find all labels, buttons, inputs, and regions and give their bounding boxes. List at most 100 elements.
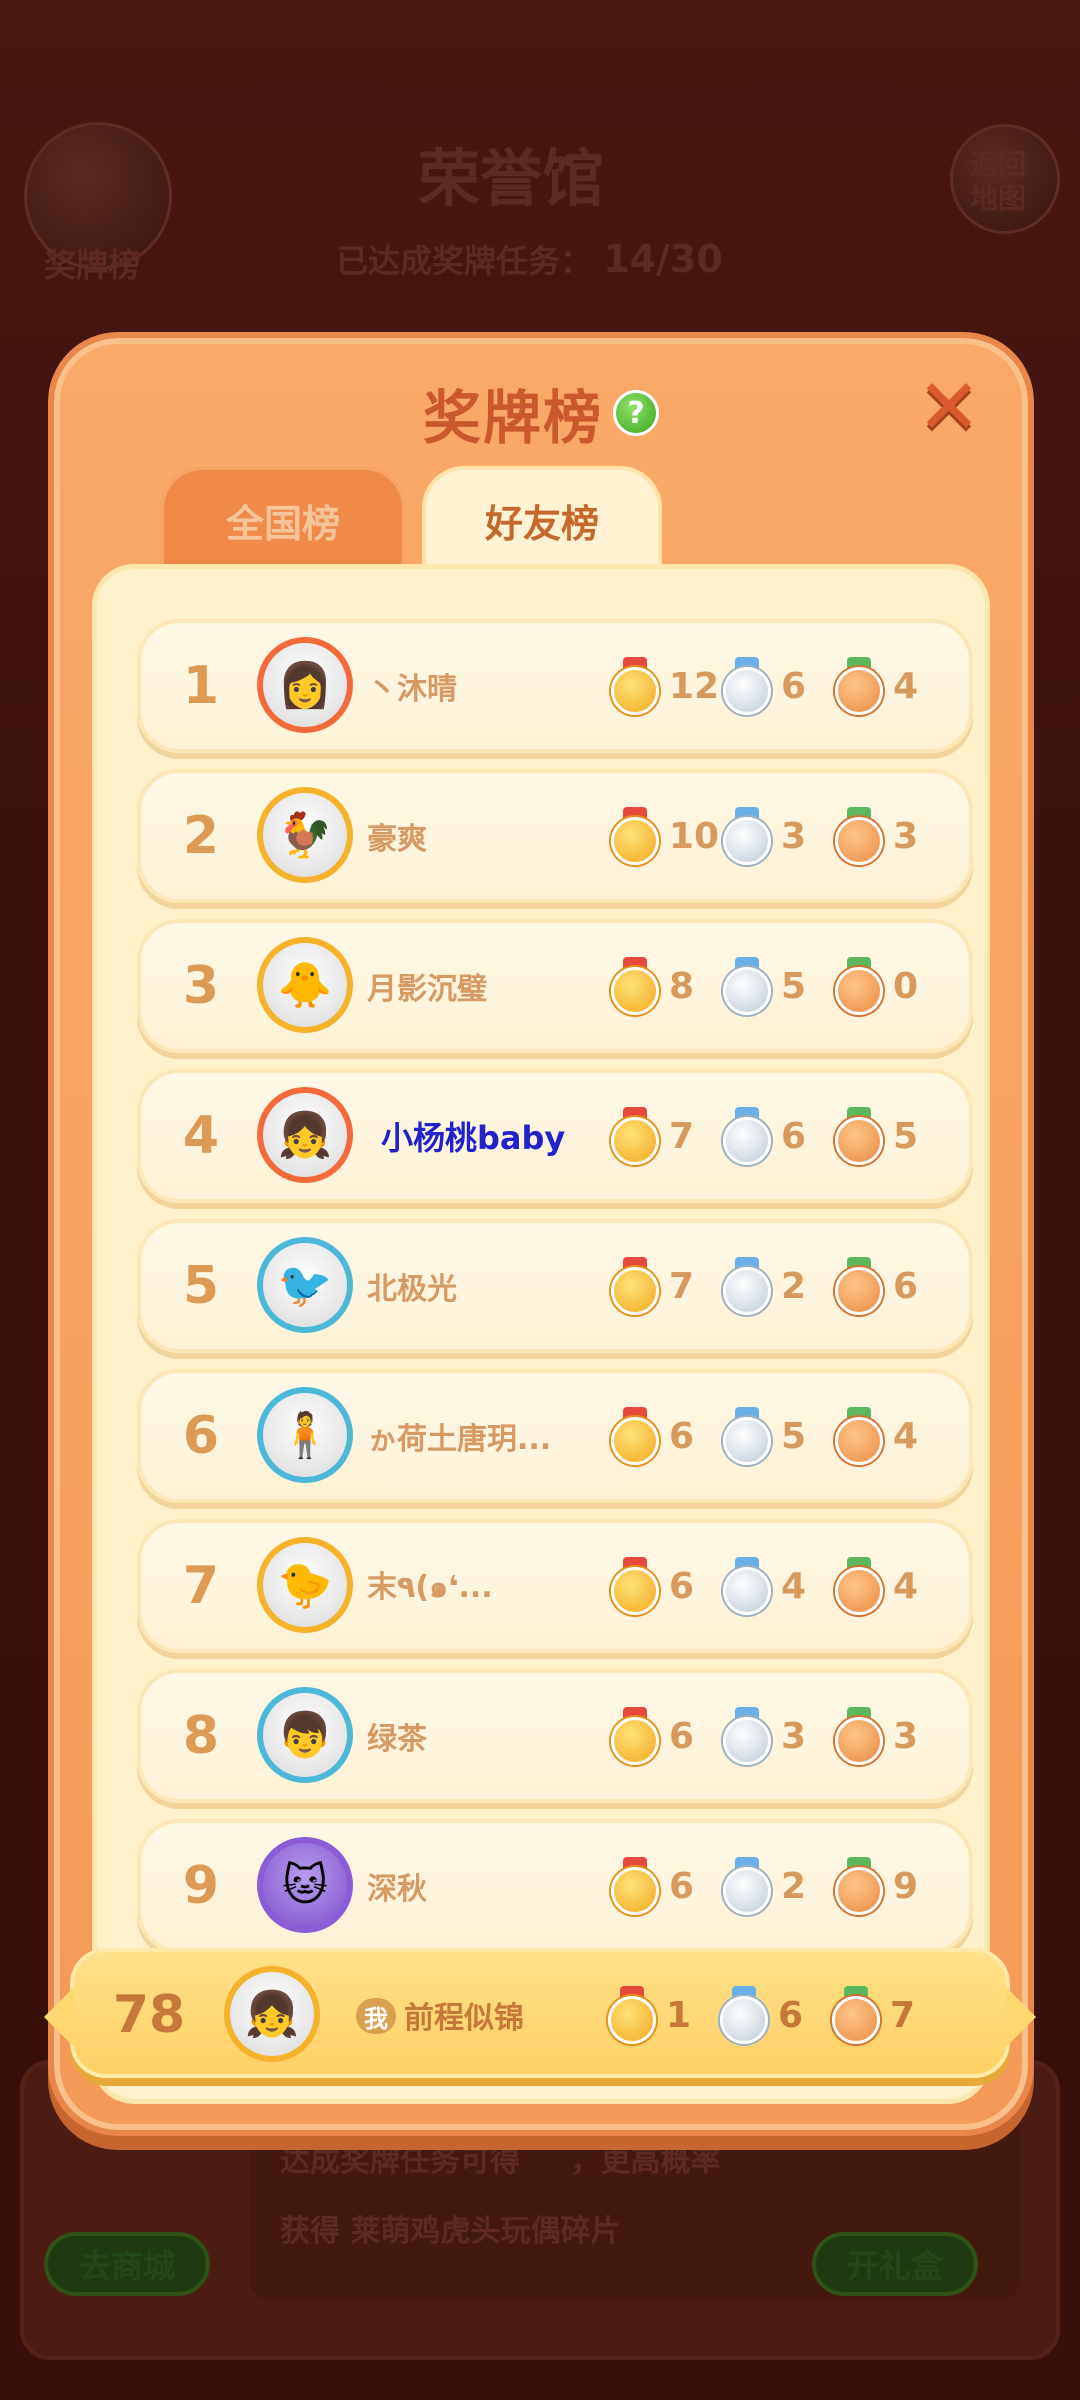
player-name: 丶沐晴 [367,672,457,707]
silver-medal-icon [723,957,771,1015]
silver-count: 4 [781,1565,807,1607]
bronze-medal-icon [835,1407,883,1465]
leaderboard-row[interactable]: 7 🐤 末٩(๑❛... 6 4 4 [137,1519,973,1653]
bronze-medal-icon [835,1107,883,1165]
tab-friends[interactable]: 好友榜 [422,466,662,570]
silver-count: 5 [781,1415,807,1457]
ribbon-right-tip [1006,1987,1036,2047]
gold-medal-icon [611,657,659,715]
medal-counts: 6 2 9 [611,1823,947,1949]
player-avatar[interactable]: 🐥 [257,937,353,1033]
close-button[interactable]: ✕ [916,369,982,445]
silver-count: 6 [778,1994,804,2036]
player-name: 深秋 [367,1872,427,1907]
blue-bird-avatar-icon: 🐦 [277,1260,333,1311]
medal-counts: 8 5 0 [611,923,947,1049]
player-name: 北极光 [367,1272,457,1307]
leaderboard-row[interactable]: 9 🐱 深秋 6 2 9 [137,1819,973,1953]
bronze-medal-icon [835,1257,883,1315]
leaderboard-row[interactable]: 6 🧍 ゕ荷土唐玥... 6 5 4 [137,1369,973,1503]
leaderboard-row[interactable]: 8 👦 绿茶 6 3 3 [137,1669,973,1803]
silver-count: 2 [781,1265,807,1307]
task-progress-text: 已达成奖牌任务： [336,242,593,280]
close-icon: ✕ [917,362,981,451]
bronze-medal-icon [832,1986,880,2044]
gold-medal-icon [611,957,659,1015]
player-avatar[interactable]: 🐤 [257,1537,353,1633]
hall-title: 荣誉馆 [418,142,605,215]
gold-count: 8 [669,965,695,1007]
help-icon[interactable]: ? [613,390,659,436]
player-avatar[interactable]: 👧 [257,1087,353,1183]
my-avatar[interactable]: 👧 [224,1966,320,2062]
medal-leaderboard-modal: 奖牌榜 ? ✕ 全国榜 好友榜 1 👩 丶沐晴 12 6 4 2 🐓 豪爽 10… [54,338,1028,2130]
gold-count: 6 [669,1865,695,1907]
medal-counts: 6 4 4 [611,1523,947,1649]
gold-medal-icon [611,1557,659,1615]
medal-counts: 6 3 3 [611,1673,947,1799]
leaderboard-row[interactable]: 4 👧 小杨桃baby 7 6 5 [137,1069,973,1203]
leaderboard-row[interactable]: 1 👩 丶沐晴 12 6 4 [137,619,973,753]
player-name: 末٩(๑❛... [367,1569,493,1605]
modal-header: 奖牌榜 ? [60,368,1022,458]
silver-count: 6 [781,665,807,707]
rank-number: 4 [182,1106,220,1166]
player-avatar[interactable]: 🐱 [257,1837,353,1933]
player-name: 月影沉璧 [367,972,487,1007]
player-avatar[interactable]: 🧍 [257,1387,353,1483]
tiger-frame-avatar-icon: 👩 [277,660,333,711]
medal-counts: 10 3 3 [611,773,947,899]
gold-medal-icon [611,1857,659,1915]
bronze-count: 6 [893,1265,919,1307]
silver-count: 5 [781,965,807,1007]
hint-line-1: 达成奖牌任务可得 ，更高概率 [280,2136,720,2180]
player-name: 绿茶 [367,1722,427,1757]
rank-number: 1 [182,656,220,716]
task-progress-label: 已达成奖牌任务： 14/30 [336,236,723,282]
gold-medal-icon [608,1986,656,2044]
silver-medal-icon [723,657,771,715]
lotus-frame-avatar-icon: 🧍 [277,1410,333,1461]
leaderboard-row[interactable]: 3 🐥 月影沉璧 8 5 0 [137,919,973,1053]
medal-counts: 7 2 6 [611,1223,947,1349]
chick-avatar-icon: 🐤 [277,1560,333,1611]
my-rank-number: 78 [112,1985,186,2045]
hint-line-1-text: 达成奖牌任务可得 [280,2144,520,2179]
gold-medal-icon [611,1107,659,1165]
silver-count: 2 [781,1865,807,1907]
tab-national[interactable]: 全国榜 [160,466,406,570]
gold-count: 1 [666,1994,692,2036]
silver-medal-icon [723,1257,771,1315]
gold-medal-icon [611,1707,659,1765]
gold-count: 6 [669,1715,695,1757]
rank-number: 3 [182,956,220,1016]
silver-medal-icon [723,1707,771,1765]
gold-count: 12 [669,665,720,707]
bronze-count: 4 [893,1415,919,1457]
bronze-medal-icon [835,1707,883,1765]
player-avatar[interactable]: 🐓 [257,787,353,883]
bronze-count: 4 [893,1565,919,1607]
hint-line-2: 获得 莱萌鸡虎头玩偶碎片 [280,2206,620,2250]
silver-count: 6 [781,1115,807,1157]
ribbon-left-tip [44,1987,74,2047]
leaderboard-row[interactable]: 2 🐓 豪爽 10 3 3 [137,769,973,903]
my-rank-row[interactable]: 78 👧 我 前程似锦 1 6 7 [44,1948,1036,2078]
silver-medal-icon [723,1407,771,1465]
me-badge: 我 [356,1998,396,2034]
medal-counts: 7 6 5 [611,1073,947,1199]
gold-count: 6 [669,1415,695,1457]
player-avatar[interactable]: 👩 [257,637,353,733]
bronze-count: 4 [893,665,919,707]
rank-number: 5 [182,1256,220,1316]
rank-number: 6 [182,1406,220,1466]
open-gift-button: 开礼盒 [812,2232,978,2296]
player-avatar[interactable]: 👦 [257,1687,353,1783]
leaderboard-list[interactable]: 1 👩 丶沐晴 12 6 4 2 🐓 豪爽 10 3 3 3 🐥 月影沉璧 8 … [92,564,990,2104]
task-progress-value: 14/30 [603,237,723,281]
rooster-frame-avatar-icon: 🐓 [277,810,333,861]
player-avatar[interactable]: 🐦 [257,1237,353,1333]
silver-medal-icon [723,1857,771,1915]
leaderboard-row[interactable]: 5 🐦 北极光 7 2 6 [137,1219,973,1353]
bronze-medal-icon [835,807,883,865]
